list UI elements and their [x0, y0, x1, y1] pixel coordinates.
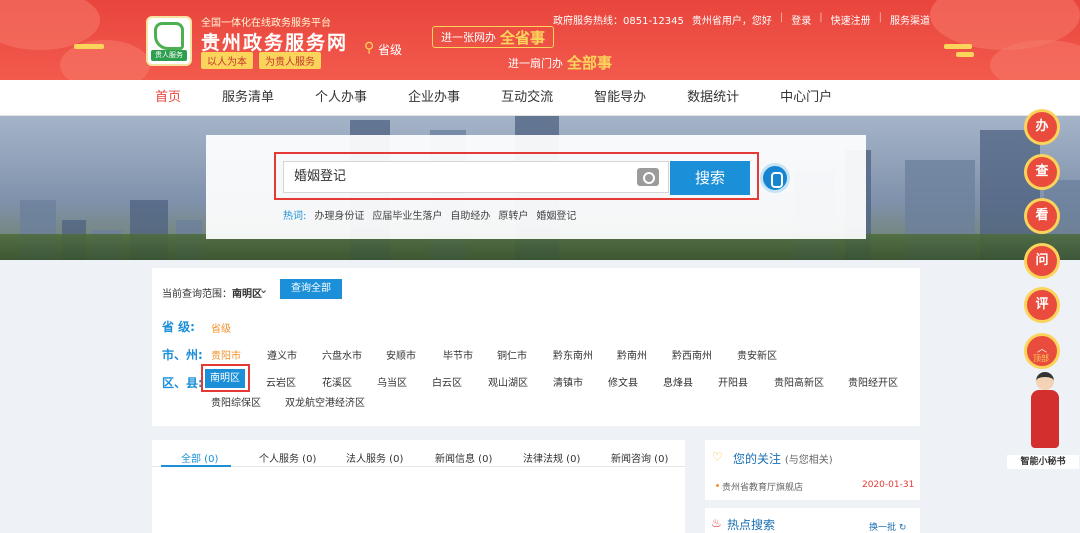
county-label: 区、县:: [162, 376, 203, 390]
banner-small: 进一扇门办: [508, 56, 563, 70]
city-option[interactable]: 黔南州: [617, 347, 647, 362]
hot-word[interactable]: 办理身份证: [314, 207, 364, 222]
nav-statistics[interactable]: 数据统计: [687, 80, 739, 116]
heart-icon: ♡: [712, 450, 723, 464]
register-link[interactable]: 快速注册: [831, 12, 871, 27]
scope-label: 当前查询范围：南明区: [162, 289, 262, 300]
hot-words: 热词: 办理身份证 应届毕业生落户 自助经办 原转户 婚姻登记: [283, 207, 576, 222]
service-channel-link[interactable]: 服务渠道: [890, 12, 930, 27]
banner-big: 全部事: [567, 54, 613, 72]
tab-underline: [161, 465, 231, 467]
city-option[interactable]: 铜仁市: [497, 347, 527, 362]
county-option[interactable]: 花溪区: [322, 374, 352, 389]
top-links: 政府服务热线：0851-12345 贵州省用户，您好 | 登录 | 快速注册 |…: [553, 12, 930, 27]
search-input[interactable]: 婚姻登记: [283, 161, 669, 193]
chevron-down-icon[interactable]: ⌄: [259, 283, 268, 296]
login-link[interactable]: 登录: [791, 12, 811, 27]
nav-service-list[interactable]: 服务清单: [222, 80, 274, 116]
site-title: 贵州政务服务网: [201, 32, 349, 54]
city-option[interactable]: 黔西南州: [672, 347, 712, 362]
location-pin-icon: ⚲: [364, 40, 375, 56]
float-wen-button[interactable]: 问: [1024, 243, 1060, 279]
tab-news-info[interactable]: 新闻信息 (0): [435, 450, 492, 465]
site-logo[interactable]: 贵人服务: [146, 16, 192, 66]
county-option[interactable]: 乌当区: [377, 374, 407, 389]
back-to-top-button[interactable]: ︿ 顶部: [1024, 333, 1060, 369]
float-ping-button[interactable]: 评: [1024, 287, 1060, 323]
county-option[interactable]: 清镇市: [553, 374, 583, 389]
camera-icon[interactable]: [637, 168, 659, 186]
province-label: 省 级:: [162, 320, 195, 334]
attention-title: 您的关注 (与您相关): [733, 452, 833, 466]
logo-tag: 贵人服务: [151, 50, 187, 61]
banner-door: 进一扇门办 全部事: [508, 52, 612, 73]
fire-icon: ♨: [711, 516, 722, 530]
nav-personal[interactable]: 个人办事: [315, 80, 367, 116]
city-option[interactable]: 安顺市: [386, 347, 416, 362]
county-option-selected[interactable]: 南明区: [205, 369, 245, 388]
hot-word[interactable]: 应届毕业生落户: [372, 207, 442, 222]
banner-province: 进一张网办 全省事: [432, 26, 555, 48]
city-option[interactable]: 贵安新区: [737, 347, 777, 362]
county-option[interactable]: 贵阳综保区: [211, 394, 261, 409]
nav-portal[interactable]: 中心门户: [780, 80, 832, 116]
main-nav: 首页 服务清单 个人办事 企业办事 互动交流 智能导办 数据统计 中心门户: [0, 80, 1080, 116]
slogan: 以人为本 为贵人服务: [201, 52, 321, 69]
city-label: 市、州:: [162, 348, 203, 362]
assistant-avatar[interactable]: [1022, 372, 1068, 452]
nav-home[interactable]: 首页: [155, 80, 181, 116]
site-subtitle: 全国一体化在线政务服务平台: [201, 18, 331, 29]
tab-all[interactable]: 全部 (0): [181, 450, 218, 465]
county-option[interactable]: 云岩区: [266, 374, 296, 389]
hot-word[interactable]: 自助经办: [450, 207, 490, 222]
county-option[interactable]: 贵阳经开区: [848, 374, 898, 389]
assistant-label[interactable]: 智能小秘书: [1007, 455, 1079, 469]
city-option[interactable]: 遵义市: [267, 347, 297, 362]
nav-smart-guide[interactable]: 智能导办: [594, 80, 646, 116]
logo-mark-icon: [154, 22, 184, 50]
county-option[interactable]: 贵阳高新区: [774, 374, 824, 389]
attention-item[interactable]: 贵州省教育厅旗舰店: [722, 480, 803, 493]
city-option[interactable]: 黔东南州: [553, 347, 593, 362]
county-option[interactable]: 开阳县: [718, 374, 748, 389]
query-all-button[interactable]: 查询全部: [280, 279, 342, 299]
voice-search-icon[interactable]: [760, 163, 790, 193]
attention-date: 2020-01-31: [862, 480, 915, 490]
province-option[interactable]: 省级: [211, 320, 231, 335]
tab-news-consult[interactable]: 新闻咨询 (0): [611, 450, 668, 465]
county-option[interactable]: 观山湖区: [488, 374, 528, 389]
county-option[interactable]: 双龙航空港经济区: [285, 394, 365, 409]
scope-current[interactable]: 南明区: [232, 289, 262, 300]
county-option[interactable]: 息烽县: [663, 374, 693, 389]
hot-search-title: 热点搜索: [727, 518, 776, 532]
nav-enterprise[interactable]: 企业办事: [408, 80, 460, 116]
nav-interaction[interactable]: 互动交流: [501, 80, 553, 116]
county-option[interactable]: 修文县: [608, 374, 638, 389]
slogan-part: 为贵人服务: [259, 52, 321, 69]
tab-laws[interactable]: 法律法规 (0): [523, 450, 580, 465]
county-option[interactable]: 白云区: [432, 374, 462, 389]
greeting: 贵州省用户，您好: [691, 16, 772, 27]
float-kan-button[interactable]: 看: [1024, 198, 1060, 234]
float-cha-button[interactable]: 查: [1024, 154, 1060, 190]
hot-words-label: 热词:: [283, 211, 307, 222]
float-ban-button[interactable]: 办: [1024, 109, 1060, 145]
search-button[interactable]: 搜索: [670, 161, 750, 195]
tab-legal-person-service[interactable]: 法人服务 (0): [346, 450, 403, 465]
city-option[interactable]: 六盘水市: [322, 347, 362, 362]
banner-small: 进一张网办: [441, 31, 496, 44]
banner-big: 全省事: [500, 28, 546, 47]
level-switch[interactable]: 省级: [378, 41, 402, 58]
results-panel: [152, 440, 685, 533]
refresh-button[interactable]: 换一批 ↻: [869, 520, 906, 533]
city-option[interactable]: 毕节市: [443, 347, 473, 362]
slogan-part: 以人为本: [201, 52, 253, 69]
hot-word[interactable]: 原转户: [498, 207, 528, 222]
hotline: 政府服务热线：0851-12345: [553, 16, 684, 27]
hot-word[interactable]: 婚姻登记: [536, 207, 576, 222]
city-option[interactable]: 贵阳市: [211, 347, 241, 362]
tab-personal-service[interactable]: 个人服务 (0): [259, 450, 316, 465]
